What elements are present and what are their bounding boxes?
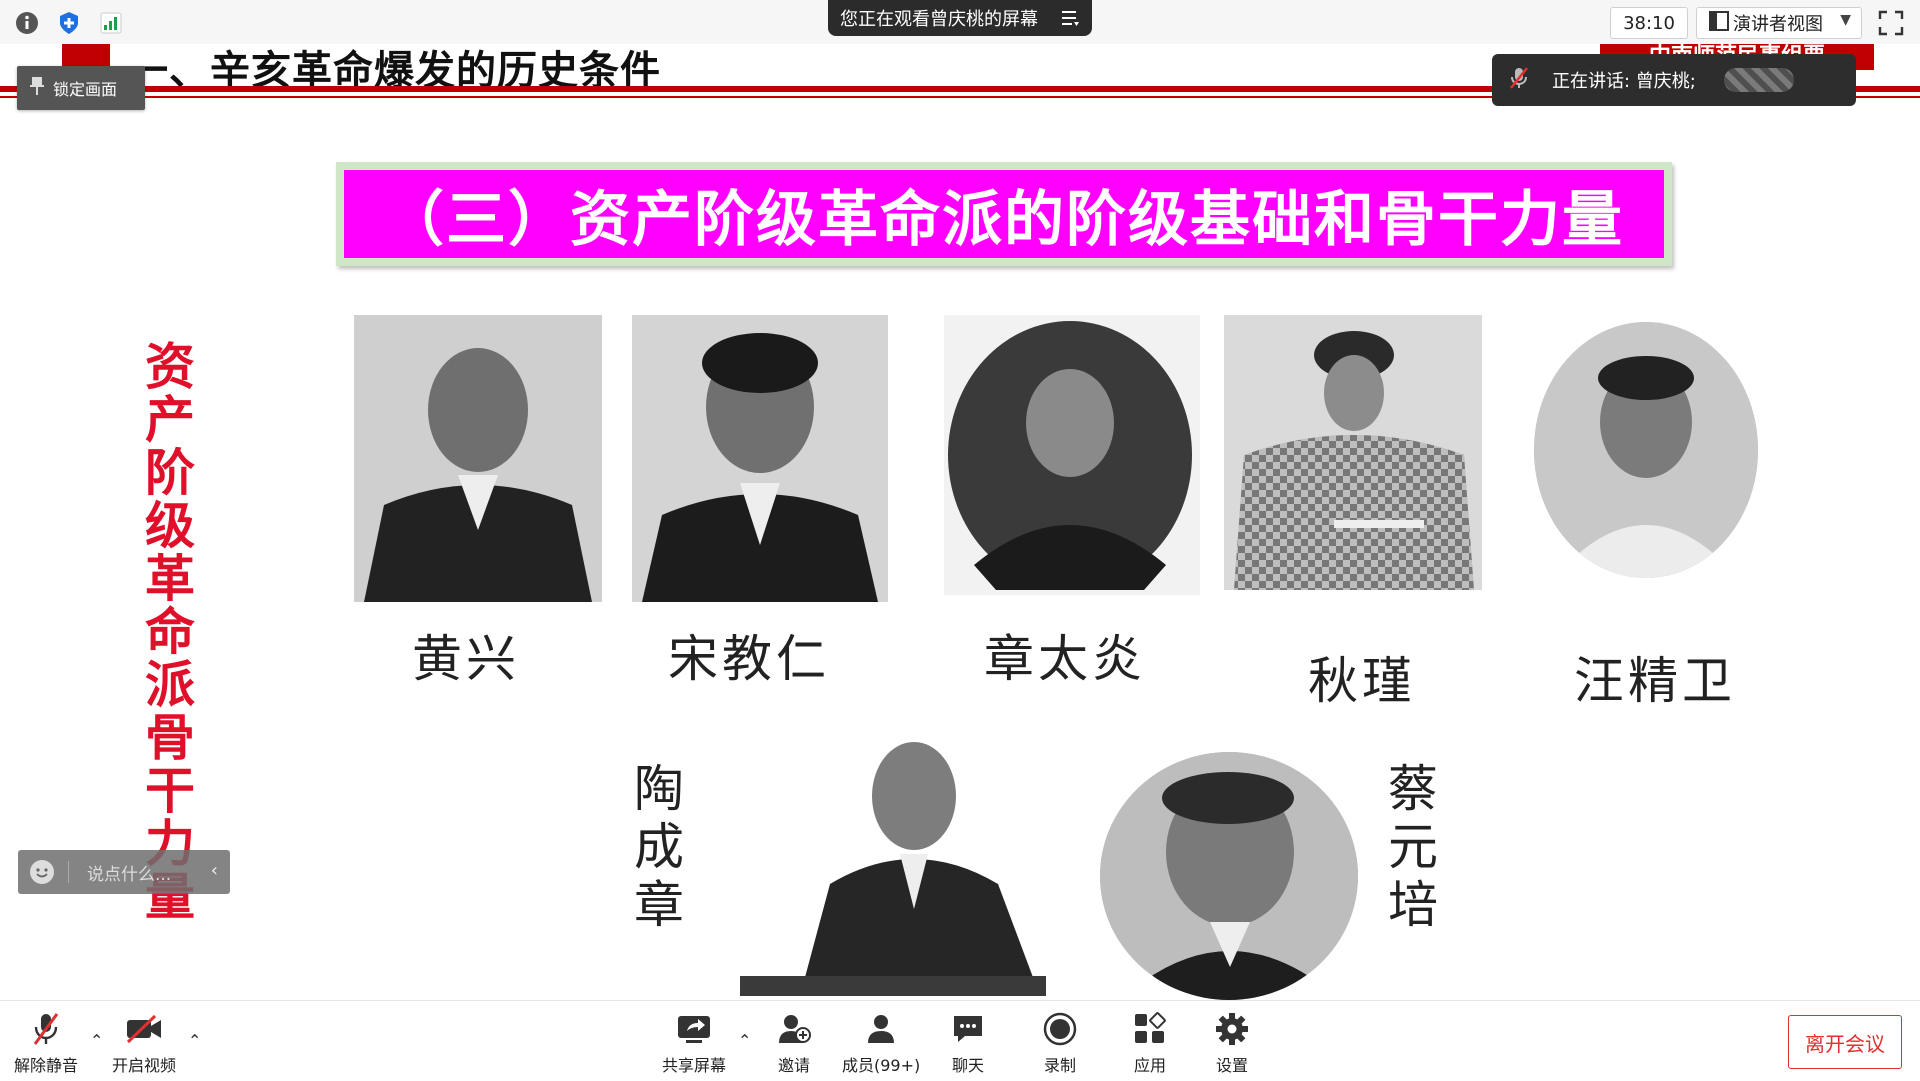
share-screen-icon [674, 1009, 714, 1049]
audio-options-chevron-up-icon[interactable]: ⌃ [90, 1031, 103, 1050]
layout-icon [1709, 10, 1729, 36]
share-screen-label: 共享屏幕 [662, 1056, 727, 1075]
portrait-tao-chengzhang [740, 734, 1046, 996]
security-shield-icon[interactable] [56, 10, 82, 36]
start-video-label: 开启视频 [112, 1056, 177, 1075]
muted-mic-icon [1508, 66, 1530, 95]
name-song-jiaoren: 宋教仁 [668, 630, 830, 688]
name-huang-xing: 黄兴 [412, 630, 520, 688]
speaking-label: 正在讲话: 曾庆桃; [1552, 71, 1696, 92]
portrait-wang-jingwei [1534, 322, 1758, 578]
name-qiu-jin: 秋瑾 [1308, 652, 1416, 710]
share-options-chevron-up-icon[interactable]: ⌃ [738, 1031, 751, 1050]
apps-button[interactable]: 应用 [1130, 1009, 1170, 1076]
invite-button[interactable]: 邀请 [774, 1009, 814, 1076]
meeting-timer: 38:10 [1610, 7, 1688, 39]
screen-share-banner[interactable]: 您正在观看曾庆桃的屏幕 [828, 0, 1092, 36]
share-screen-button[interactable]: 共享屏幕 [662, 1009, 726, 1076]
active-speaker-indicator: 正在讲话: 曾庆桃; [1492, 54, 1856, 106]
emoji-icon[interactable] [30, 860, 54, 884]
portrait-qiu-jin [1224, 315, 1482, 590]
lock-view-button[interactable]: 锁定画面 [17, 66, 145, 110]
info-icon[interactable] [14, 10, 40, 36]
slide-title-frame: （三）资产阶级革命派的阶级基础和骨干力量 [336, 162, 1672, 266]
name-tao-chengzhang: 陶成章 [626, 762, 684, 936]
lock-view-label: 锁定画面 [53, 80, 118, 99]
unmute-label: 解除静音 [14, 1056, 79, 1075]
chevron-down-icon: ▼ [1840, 12, 1851, 28]
gear-icon [1212, 1009, 1252, 1049]
unmute-button[interactable]: 解除静音 [14, 1009, 78, 1076]
fullscreen-icon[interactable] [1878, 10, 1904, 36]
quick-chat-input[interactable]: 说点什么... ‹ [18, 850, 230, 894]
portrait-song-jiaoren [632, 315, 888, 602]
video-options-chevron-up-icon[interactable]: ⌃ [188, 1031, 201, 1050]
add-person-icon [774, 1009, 814, 1049]
chat-bubble-icon [948, 1009, 988, 1049]
chat-label: 聊天 [951, 1056, 984, 1075]
record-button[interactable]: 录制 [1040, 1009, 1080, 1076]
meeting-toolbar: 解除静音 ⌃ 开启视频 ⌃ 共享屏幕 ⌃ 邀请 成员(99+) 聊天 录制 应用… [0, 1000, 1920, 1081]
screen-share-banner-text: 您正在观看曾庆桃的屏幕 [840, 9, 1038, 30]
apps-grid-icon [1130, 1009, 1170, 1049]
banner-menu-icon[interactable] [1060, 7, 1080, 34]
settings-label: 设置 [1215, 1056, 1248, 1075]
muted-mic-icon [26, 1009, 66, 1049]
record-label: 录制 [1043, 1056, 1076, 1075]
name-zhang-taiyan: 章太炎 [984, 630, 1146, 688]
settings-button[interactable]: 设置 [1212, 1009, 1252, 1076]
name-cai-yuanpei: 蔡元培 [1380, 762, 1438, 936]
view-mode-dropdown[interactable]: 演讲者视图 ▼ [1696, 7, 1862, 39]
leave-meeting-button[interactable]: 离开会议 [1788, 1015, 1902, 1069]
invite-label: 邀请 [777, 1056, 810, 1075]
shared-slide: 一、辛亥革命爆发的历史条件 中南师范民事组要 锁定画面 正在讲话: 曾庆桃; （… [0, 44, 1920, 1000]
meeting-top-bar: 您正在观看曾庆桃的屏幕 38:10 演讲者视图 ▼ [0, 0, 1920, 45]
side-vertical-title: 资产阶级革命派骨干力量 [137, 340, 196, 923]
view-mode-label: 演讲者视图 [1733, 14, 1823, 35]
record-icon [1040, 1009, 1080, 1049]
members-label: 成员(99+) [842, 1056, 921, 1075]
chat-placeholder: 说点什么... [87, 864, 172, 885]
slide-title: （三）资产阶级革命派的阶级基础和骨干力量 [344, 170, 1664, 258]
speaker-avatar-blur [1724, 68, 1794, 92]
video-off-icon [124, 1009, 164, 1049]
pin-icon [29, 76, 45, 100]
start-video-button[interactable]: 开启视频 [112, 1009, 176, 1076]
portrait-huang-xing [354, 315, 602, 602]
signal-strength-icon[interactable] [98, 10, 124, 36]
portrait-zhang-taiyan [944, 315, 1200, 595]
chat-button[interactable]: 聊天 [948, 1009, 988, 1076]
portrait-cai-yuanpei [1100, 752, 1358, 1000]
name-wang-jingwei: 汪精卫 [1574, 652, 1736, 710]
apps-label: 应用 [1133, 1056, 1166, 1075]
members-button[interactable]: 成员(99+) [842, 1009, 920, 1076]
members-icon [861, 1009, 901, 1049]
chevron-left-icon[interactable]: ‹ [211, 860, 218, 881]
chat-input-divider [68, 861, 69, 883]
